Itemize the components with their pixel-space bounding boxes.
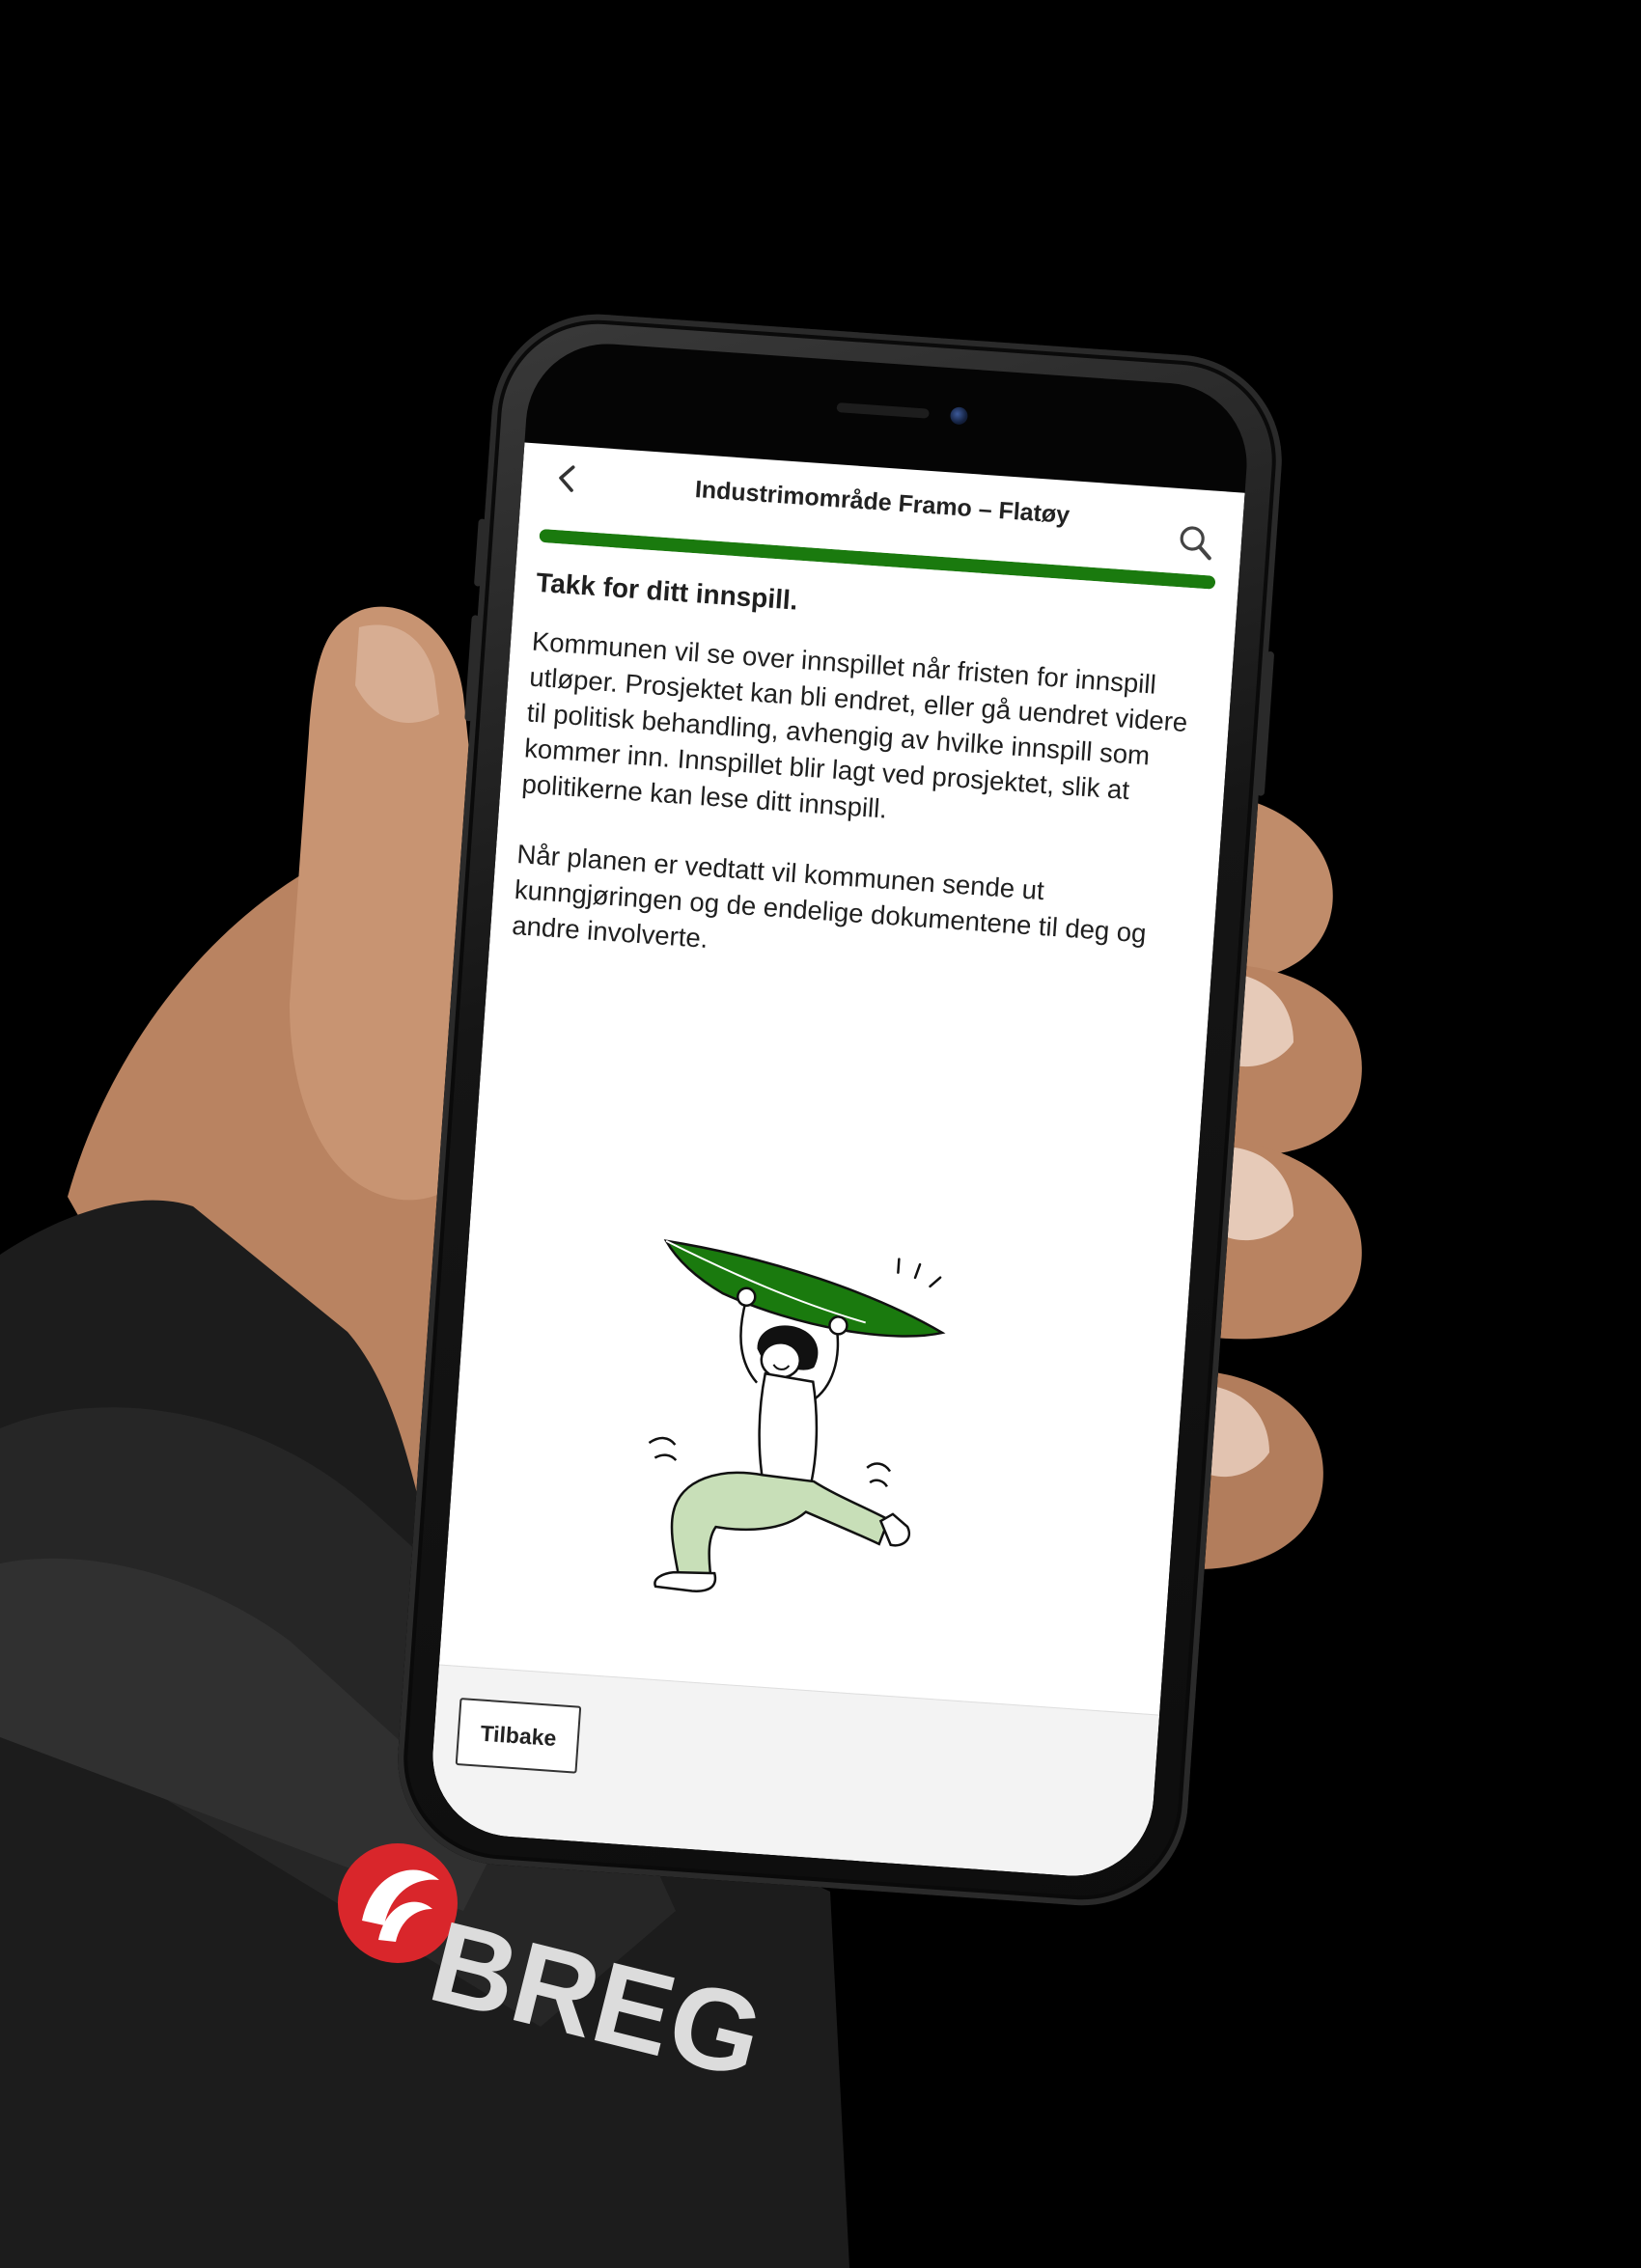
search-icon [1180,526,1211,561]
phone-speaker [836,402,930,419]
search-button[interactable] [1174,521,1217,565]
photo-scene: BREG Industrimområde Framo – Flatøy Takk… [0,0,1641,2268]
back-button[interactable] [550,458,588,499]
page-title: Industrimområde Framo – Flatøy [694,476,1071,530]
back-text-button[interactable]: Tilbake [455,1698,582,1774]
celebrating-person-illustration [648,1239,946,1592]
app-view: Industrimområde Framo – Flatøy Takk for … [427,442,1245,1882]
confirmation-content: Takk for ditt innspill. Kommunen vil se … [509,567,1215,1025]
confirmation-paragraph: Kommunen vil se over innspillet når fris… [520,625,1189,824]
smartphone: Industrimområde Framo – Flatøy Takk for … [390,307,1290,1913]
confirmation-paragraph: Når planen er vedtatt vil kommunen sende… [511,839,1148,954]
phone-screen: Industrimområde Framo – Flatøy Takk for … [427,338,1253,1882]
phone-camera [949,406,969,426]
chevron-left-icon [559,465,575,492]
